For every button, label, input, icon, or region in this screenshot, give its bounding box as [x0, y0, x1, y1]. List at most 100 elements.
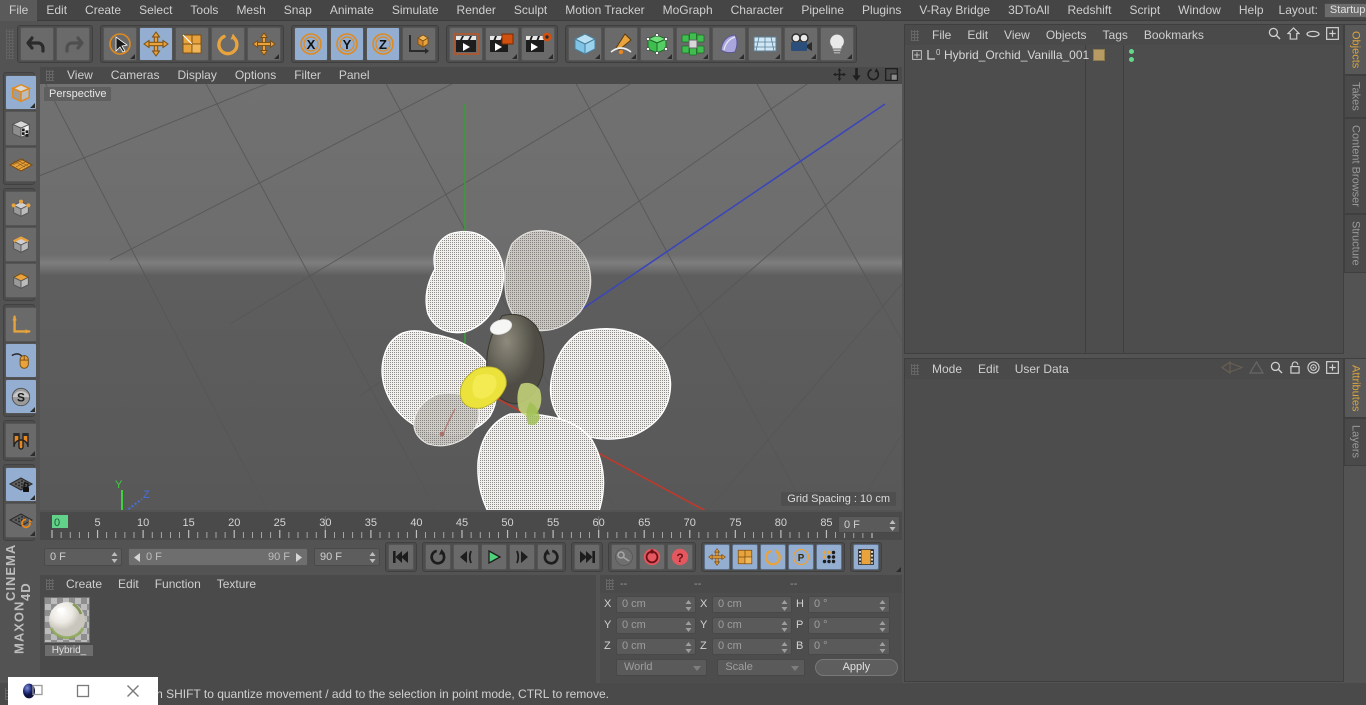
spinner-icon[interactable]: [879, 599, 886, 611]
viewport-menu-filter[interactable]: Filter: [285, 67, 330, 84]
tab-attributes[interactable]: Attributes: [1344, 358, 1366, 419]
rotation-key-toggle[interactable]: [760, 544, 786, 570]
spinner-icon[interactable]: [781, 641, 788, 653]
material-menu-edit[interactable]: Edit: [110, 575, 147, 593]
object-tree-row[interactable]: 0 Hybrid_Orchid_Vanilla_001: [905, 45, 1343, 65]
object-tree[interactable]: 0 Hybrid_Orchid_Vanilla_001: [905, 45, 1343, 353]
rotate-tool[interactable]: [211, 27, 245, 61]
orbit-icon[interactable]: [867, 67, 880, 84]
material-list[interactable]: Hybrid_: [40, 593, 596, 683]
attribute-menu-edit[interactable]: Edit: [970, 359, 1007, 379]
lock-icon[interactable]: [1289, 361, 1301, 377]
object-menu-edit[interactable]: Edit: [959, 25, 996, 45]
viewport-menu-display[interactable]: Display: [168, 67, 225, 84]
live-selection-tool[interactable]: [103, 27, 137, 61]
spinner-icon[interactable]: [879, 620, 886, 632]
material-item[interactable]: Hybrid_: [44, 597, 93, 656]
menu-mograph[interactable]: MoGraph: [654, 0, 722, 21]
menu-select[interactable]: Select: [130, 0, 181, 21]
texture-mode-button[interactable]: [5, 111, 37, 146]
coordinate-panel-grip[interactable]: [606, 578, 614, 590]
add-mograph-button[interactable]: [676, 27, 710, 61]
tab-structure[interactable]: Structure: [1344, 213, 1366, 273]
menu-plugins[interactable]: Plugins: [853, 0, 910, 21]
layout-select[interactable]: Startup: [1323, 2, 1366, 18]
spinner-icon[interactable]: [781, 599, 788, 611]
redo-button[interactable]: [56, 27, 90, 61]
world-object-coordinates-button[interactable]: [402, 27, 436, 61]
size-z-input[interactable]: 0 cm: [712, 637, 792, 655]
range-right-handle-icon[interactable]: [294, 552, 303, 562]
menu-sculpt[interactable]: Sculpt: [505, 0, 556, 21]
menu-render[interactable]: Render: [448, 0, 505, 21]
home-icon[interactable]: [1286, 27, 1301, 43]
object-visibility-dots[interactable]: [1129, 48, 1134, 62]
size-y-input[interactable]: 0 cm: [712, 616, 792, 634]
menu-edit[interactable]: Edit: [37, 0, 76, 21]
search-icon[interactable]: [1268, 27, 1281, 43]
material-panel-grip[interactable]: [46, 578, 54, 590]
current-frame-input[interactable]: 0 F: [44, 548, 122, 566]
menu-v-ray-bridge[interactable]: V-Ray Bridge: [910, 0, 999, 21]
position-z-input[interactable]: 0 cm: [616, 637, 696, 655]
play-backwards-loop-button[interactable]: [425, 544, 451, 570]
material-menu-function[interactable]: Function: [147, 575, 209, 593]
lock-y-axis-button[interactable]: Y: [330, 27, 364, 61]
point-level-animation-toggle[interactable]: [816, 544, 842, 570]
menu-animate[interactable]: Animate: [321, 0, 383, 21]
toolbar-grip[interactable]: [6, 29, 14, 59]
step-forward-button[interactable]: [509, 544, 535, 570]
dolly-icon[interactable]: [851, 67, 862, 84]
maximize-icon[interactable]: [884, 67, 899, 84]
attribute-panel-grip[interactable]: [911, 363, 919, 375]
spinner-icon[interactable]: [685, 599, 692, 611]
close-window-button[interactable]: [108, 677, 158, 705]
viewport-grip[interactable]: [46, 70, 54, 81]
attribute-menu-user-data[interactable]: User Data: [1007, 359, 1077, 379]
scale-tool[interactable]: [175, 27, 209, 61]
menu-motion-tracker[interactable]: Motion Tracker: [556, 0, 653, 21]
enable-snap-mouse-button[interactable]: [5, 343, 37, 378]
tab-layers[interactable]: Layers: [1344, 418, 1366, 466]
tab-takes[interactable]: Takes: [1344, 75, 1366, 119]
spinner-icon[interactable]: [685, 641, 692, 653]
scale-key-toggle[interactable]: [732, 544, 758, 570]
play-forward-loop-button[interactable]: [537, 544, 563, 570]
menu-script[interactable]: Script: [1120, 0, 1169, 21]
menu-redshift[interactable]: Redshift: [1058, 0, 1120, 21]
coordinate-system-select[interactable]: World: [616, 658, 708, 676]
snap-magnet-button[interactable]: [5, 423, 37, 458]
object-menu-objects[interactable]: Objects: [1038, 25, 1095, 45]
position-key-toggle[interactable]: [704, 544, 730, 570]
arrow-left-icon[interactable]: [1220, 360, 1244, 377]
add-spline-button[interactable]: [604, 27, 638, 61]
spinner-icon[interactable]: [781, 620, 788, 632]
spinner-icon[interactable]: [879, 641, 886, 653]
workplane-mode-button[interactable]: [5, 147, 37, 182]
add-environment-button[interactable]: [748, 27, 782, 61]
viewport-menu-options[interactable]: Options: [226, 67, 285, 84]
position-y-input[interactable]: 0 cm: [616, 616, 696, 634]
target-icon[interactable]: [1307, 361, 1320, 377]
menu-tools[interactable]: Tools: [181, 0, 227, 21]
add-camera-button[interactable]: [784, 27, 818, 61]
spinner-icon[interactable]: [889, 520, 896, 531]
tab-objects[interactable]: Objects: [1344, 24, 1366, 76]
undo-button[interactable]: [20, 27, 54, 61]
max-frame-input[interactable]: 90 F: [314, 548, 380, 566]
timeline-frame-field[interactable]: 0 F: [838, 516, 900, 533]
add-deformer-button[interactable]: [712, 27, 746, 61]
tab-content-browser[interactable]: Content Browser: [1344, 118, 1366, 214]
object-menu-tags[interactable]: Tags: [1095, 25, 1136, 45]
timeline-filmstrip-button[interactable]: [853, 544, 901, 572]
material-menu-create[interactable]: Create: [58, 575, 110, 593]
menu-simulate[interactable]: Simulate: [383, 0, 448, 21]
add-generator-button[interactable]: [640, 27, 674, 61]
points-mode-button[interactable]: [5, 191, 37, 226]
keyframe-selection-button[interactable]: ?: [667, 544, 693, 570]
object-panel-grip[interactable]: [911, 29, 919, 41]
expand-icon[interactable]: [1326, 361, 1339, 377]
render-to-picture-viewer-button[interactable]: [485, 27, 519, 61]
object-menu-bookmarks[interactable]: Bookmarks: [1136, 25, 1212, 45]
add-light-button[interactable]: [820, 27, 854, 61]
